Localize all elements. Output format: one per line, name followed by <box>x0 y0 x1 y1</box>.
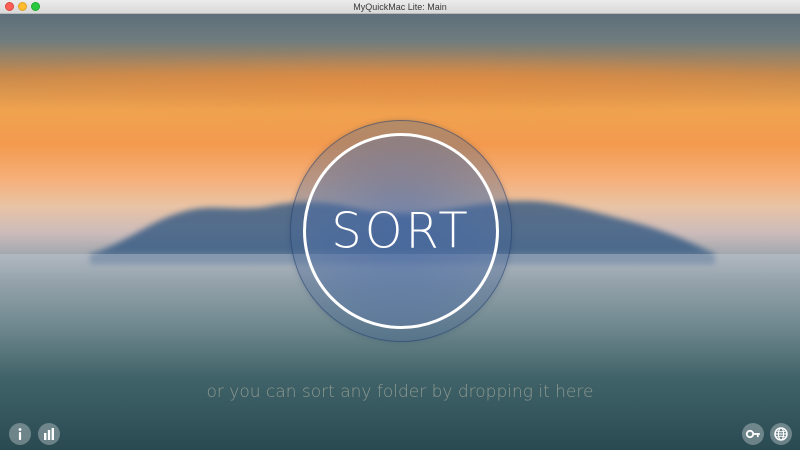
title-bar: MyQuickMac Lite: Main <box>0 0 800 14</box>
stats-button[interactable] <box>38 423 60 445</box>
drop-hint: or you can sort any folder by dropping i… <box>206 382 594 402</box>
app-window: MyQuickMac Lite: Main SORT or you can so… <box>0 0 800 450</box>
window-title: MyQuickMac Lite: Main <box>353 2 447 12</box>
sort-button[interactable]: SORT <box>303 133 499 329</box>
sort-label: SORT <box>331 202 471 260</box>
website-button[interactable] <box>770 423 792 445</box>
license-key-button[interactable] <box>742 423 764 445</box>
stats-icon <box>44 428 54 440</box>
info-button[interactable] <box>9 423 31 445</box>
key-icon <box>745 429 760 439</box>
info-icon <box>18 428 22 440</box>
globe-icon <box>774 427 788 441</box>
